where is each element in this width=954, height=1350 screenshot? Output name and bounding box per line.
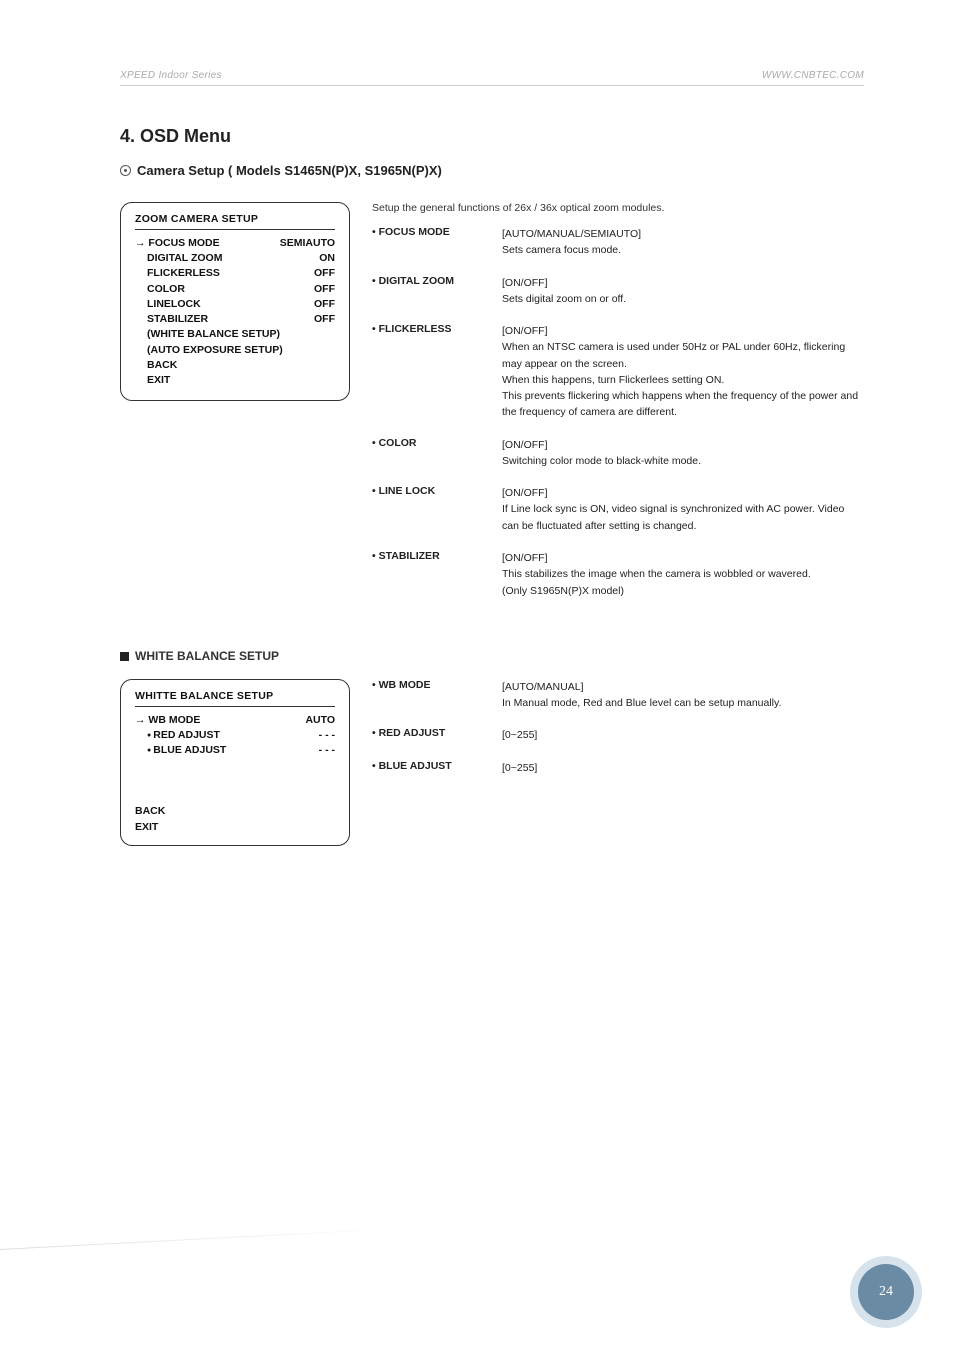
osd-row: DIGITAL ZOOM ON [135, 251, 335, 266]
page-number-badge: 24 [832, 1238, 904, 1310]
subsection-title: Camera Setup ( Models S1465N(P)X, S1965N… [120, 163, 864, 178]
setting-item: DIGITAL ZOOM[ON/OFF]Sets digital zoom on… [372, 275, 864, 308]
osd-key: (WHITE BALANCE SETUP) [135, 327, 280, 342]
osd-key: (AUTO EXPOSURE SETUP) [135, 343, 283, 358]
osd-value: OFF [314, 297, 335, 312]
page-number: 24 [879, 1284, 893, 1300]
osd-row: BACK [135, 358, 335, 373]
setting-item: WB MODE[AUTO/MANUAL]In Manual mode, Red … [372, 679, 864, 712]
page-footer: 24 [832, 1238, 904, 1310]
setting-description: [ON/OFF]This stabilizes the image when t… [502, 550, 864, 599]
osd-key: STABILIZER [135, 312, 208, 327]
setting-item: FLICKERLESS[ON/OFF]When an NTSC camera i… [372, 323, 864, 421]
wb-heading-text: WHITE BALANCE SETUP [135, 649, 279, 663]
setting-description: [ON/OFF]When an NTSC camera is used unde… [502, 323, 864, 421]
setting-item: BLUE ADJUST[0~255] [372, 760, 864, 776]
setting-label: BLUE ADJUST [372, 760, 502, 776]
osd-key: WB MODE [135, 713, 200, 728]
osd-row: FOCUS MODE SEMIAUTO [135, 236, 335, 251]
setting-item: LINE LOCK[ON/OFF]If Line lock sync is ON… [372, 485, 864, 534]
osd-value: OFF [314, 312, 335, 327]
target-icon [120, 165, 131, 176]
subsection-text: Camera Setup ( Models S1465N(P)X, S1965N… [137, 163, 442, 178]
osd-row: EXIT [135, 820, 335, 835]
osd-value: - - - [319, 728, 335, 743]
osd-key: FOCUS MODE [135, 236, 220, 251]
setting-item: FOCUS MODE[AUTO/MANUAL/SEMIAUTO]Sets cam… [372, 226, 864, 259]
intro-text: Setup the general functions of 26x / 36x… [372, 202, 864, 214]
osd-key: BACK [135, 358, 177, 373]
section-title: 4. OSD Menu [120, 126, 864, 147]
wb-box-title: WHITTE BALANCE SETUP [135, 690, 335, 707]
setting-description: [0~255] [502, 760, 864, 776]
setting-item: RED ADJUST[0~255] [372, 727, 864, 743]
osd-key: RED ADJUST [135, 728, 220, 743]
osd-box-title: ZOOM CAMERA SETUP [135, 213, 335, 230]
osd-row: BLUE ADJUST - - - [135, 743, 335, 758]
osd-row: RED ADJUST - - - [135, 728, 335, 743]
setting-item: STABILIZER[ON/OFF]This stabilizes the im… [372, 550, 864, 599]
osd-row: EXIT [135, 373, 335, 388]
setting-description: [ON/OFF]If Line lock sync is ON, video s… [502, 485, 864, 534]
osd-value: ON [319, 251, 335, 266]
osd-row: (AUTO EXPOSURE SETUP) [135, 343, 335, 358]
setting-label: FLICKERLESS [372, 323, 502, 421]
osd-value: AUTO [305, 713, 335, 728]
setting-label: COLOR [372, 437, 502, 470]
setting-label: RED ADJUST [372, 727, 502, 743]
osd-key: EXIT [135, 820, 158, 835]
osd-row: (WHITE BALANCE SETUP) [135, 327, 335, 342]
setting-label: STABILIZER [372, 550, 502, 599]
setting-label: LINE LOCK [372, 485, 502, 534]
header-right: WWW.CNBTEC.COM [762, 70, 864, 81]
header-left: XPEED Indoor Series [120, 70, 222, 81]
decorative-line [0, 1228, 399, 1250]
osd-value: OFF [314, 282, 335, 297]
setting-description: [0~255] [502, 727, 864, 743]
osd-key: EXIT [135, 373, 170, 388]
osd-row: FLICKERLESS OFF [135, 266, 335, 281]
zoom-camera-setup-box: ZOOM CAMERA SETUP FOCUS MODESEMIAUTODIGI… [120, 202, 350, 401]
page-header: XPEED Indoor Series WWW.CNBTEC.COM [120, 70, 864, 81]
header-rule [120, 85, 864, 86]
osd-value: OFF [314, 266, 335, 281]
osd-key: COLOR [135, 282, 185, 297]
osd-value: SEMIAUTO [280, 236, 335, 251]
osd-key: BLUE ADJUST [135, 743, 226, 758]
osd-row: COLOR OFF [135, 282, 335, 297]
setting-item: COLOR[ON/OFF]Switching color mode to bla… [372, 437, 864, 470]
wb-setup-box: WHITTE BALANCE SETUP WB MODEAUTORED ADJU… [120, 679, 350, 846]
osd-row: BACK [135, 804, 335, 819]
osd-key: LINELOCK [135, 297, 201, 312]
setting-description: [AUTO/MANUAL/SEMIAUTO]Sets camera focus … [502, 226, 864, 259]
osd-value: - - - [319, 743, 335, 758]
square-icon [120, 652, 129, 661]
wb-heading: WHITE BALANCE SETUP [120, 649, 864, 663]
setting-label: FOCUS MODE [372, 226, 502, 259]
osd-key: DIGITAL ZOOM [135, 251, 222, 266]
osd-row: WB MODE AUTO [135, 713, 335, 728]
setting-label: WB MODE [372, 679, 502, 712]
osd-key: BACK [135, 804, 165, 819]
setting-description: [ON/OFF]Sets digital zoom on or off. [502, 275, 864, 308]
setting-description: [ON/OFF]Switching color mode to black-wh… [502, 437, 864, 470]
osd-row: STABILIZER OFF [135, 312, 335, 327]
setting-description: [AUTO/MANUAL]In Manual mode, Red and Blu… [502, 679, 864, 712]
setting-label: DIGITAL ZOOM [372, 275, 502, 308]
osd-row: LINELOCK OFF [135, 297, 335, 312]
osd-key: FLICKERLESS [135, 266, 220, 281]
